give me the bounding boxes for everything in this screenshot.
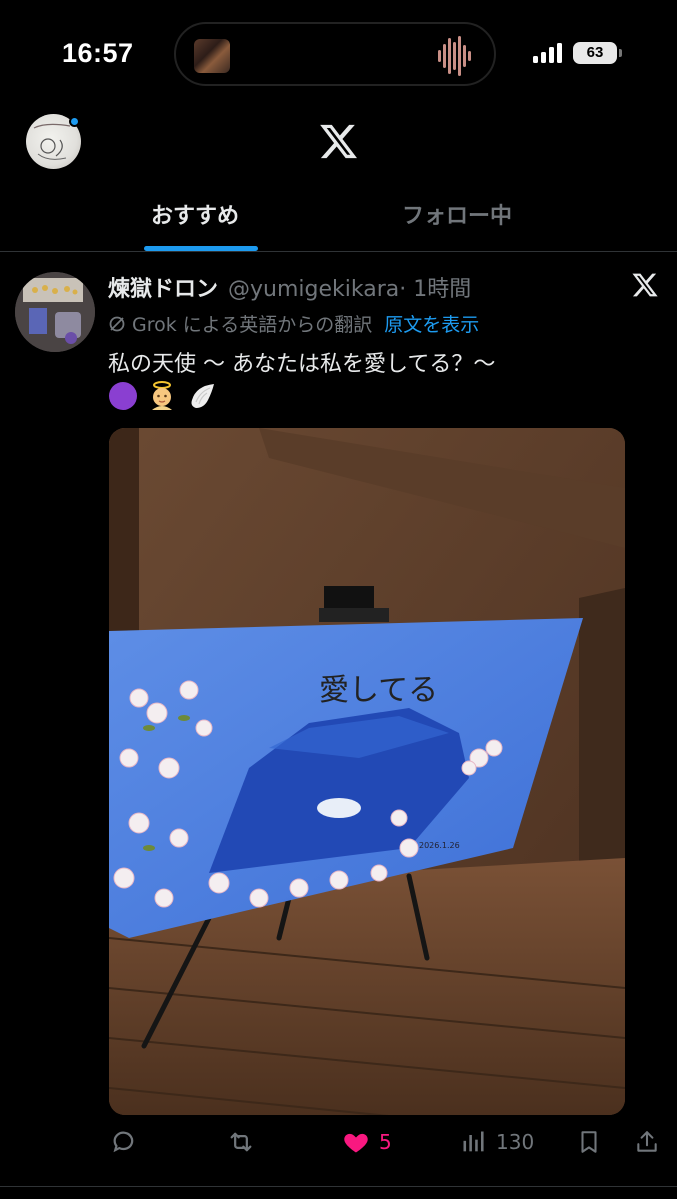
tab-recommended[interactable]: おすすめ xyxy=(151,198,239,230)
dynamic-island[interactable] xyxy=(174,22,496,86)
grok-x-icon[interactable] xyxy=(631,271,659,299)
post-actions: 5 130 xyxy=(0,1128,677,1168)
bookmark-icon xyxy=(581,1131,597,1153)
author-avatar-image xyxy=(15,272,95,352)
painting-text: 愛してる xyxy=(319,673,438,708)
post-time: · 1時間 xyxy=(399,277,472,302)
grok-icon xyxy=(109,316,125,331)
views-icon xyxy=(463,1131,484,1152)
signal-icon xyxy=(533,43,562,63)
translation-note: Grok による英語からの翻訳 xyxy=(132,314,373,336)
post-divider xyxy=(0,1186,677,1187)
share-icon xyxy=(637,1131,657,1152)
author-avatar[interactable] xyxy=(15,272,95,352)
post-image[interactable]: 愛してる 2026.1.26 xyxy=(109,428,625,1115)
repost-button[interactable] xyxy=(226,1128,256,1156)
heart-icon xyxy=(344,1133,368,1153)
painting-photo: 愛してる 2026.1.26 xyxy=(109,428,625,1115)
like-button[interactable]: 5 xyxy=(341,1128,392,1156)
reply-icon xyxy=(113,1131,134,1153)
header-divider xyxy=(0,251,677,252)
reply-button[interactable] xyxy=(110,1128,138,1156)
x-logo-icon[interactable] xyxy=(318,121,359,162)
view-count: 130 xyxy=(496,1130,535,1154)
share-button[interactable] xyxy=(634,1128,660,1156)
purple-circle-icon xyxy=(109,382,137,410)
author-line: 煉獄ドロン @yumigekikara · 1時間 xyxy=(108,271,471,303)
tab-following[interactable]: フォロー中 xyxy=(402,198,512,230)
wing-icon xyxy=(191,384,214,408)
audio-wave-icon xyxy=(438,36,471,76)
notification-dot xyxy=(69,116,80,127)
like-count: 5 xyxy=(379,1130,392,1154)
author-name[interactable]: 煉獄ドロン xyxy=(108,271,218,303)
now-playing-thumbnail xyxy=(194,39,230,73)
author-handle[interactable]: @yumigekikara xyxy=(228,277,399,302)
baby-angel-icon xyxy=(152,381,172,410)
post-emojis xyxy=(108,380,218,412)
post-text: 私の天使 〜 あなたは私を愛してる？〜 xyxy=(108,352,496,377)
bookmark-button[interactable] xyxy=(576,1128,602,1156)
translation-line: Grok による英語からの翻訳 原文を表示 xyxy=(108,310,479,337)
signature-date: 2026.1.26 xyxy=(419,841,460,850)
views-button[interactable]: 130 xyxy=(460,1128,534,1156)
repost-icon xyxy=(230,1132,252,1152)
battery-indicator: 63 xyxy=(573,42,622,64)
show-original-link[interactable]: 原文を表示 xyxy=(384,310,479,337)
status-icons: 63 xyxy=(533,42,622,64)
status-time: 16:57 xyxy=(62,38,134,68)
